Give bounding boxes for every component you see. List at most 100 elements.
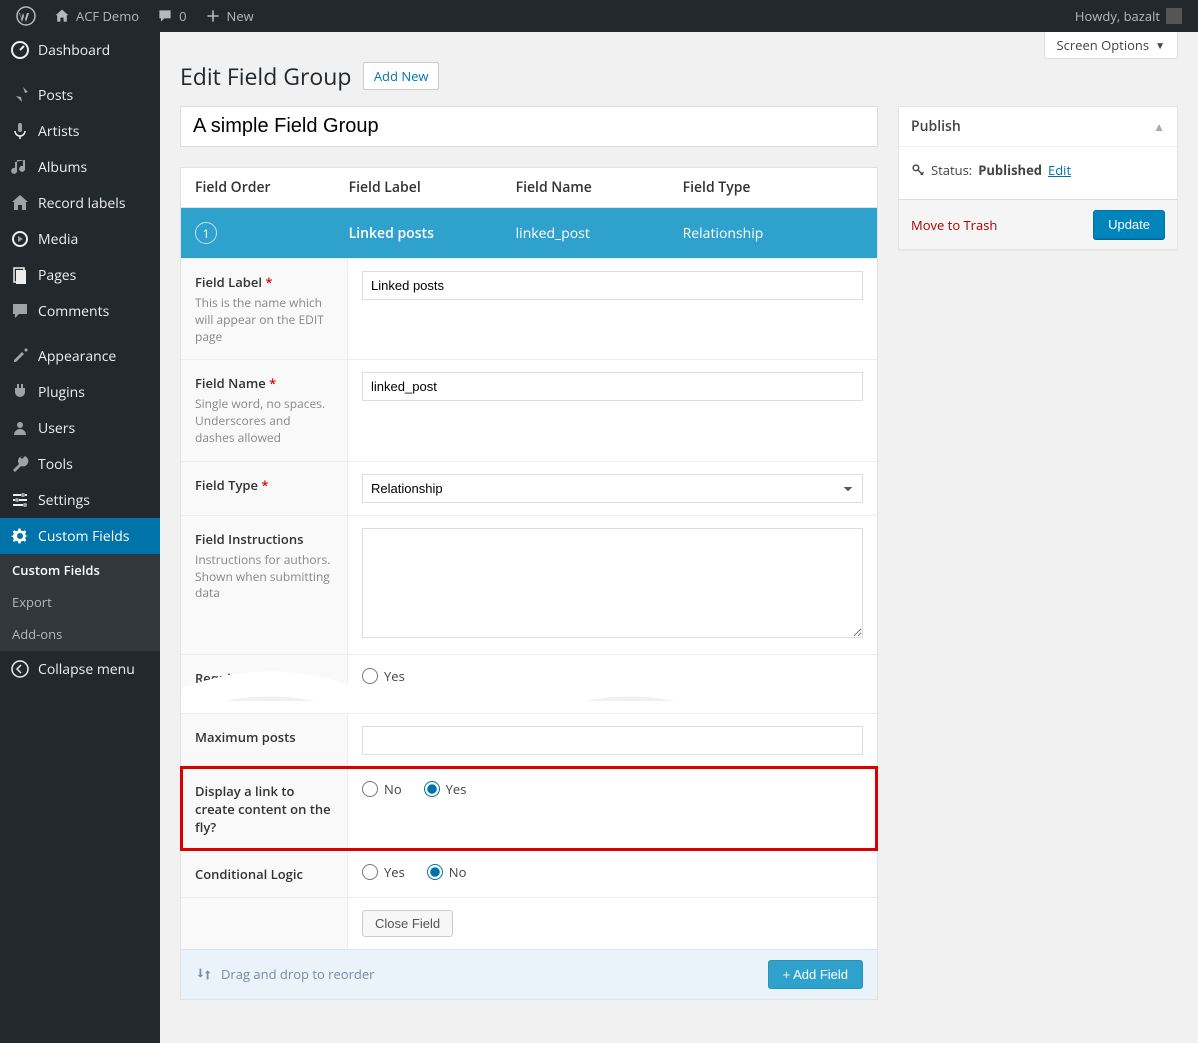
sidebar-item-settings[interactable]: Settings	[0, 482, 160, 518]
required-yes-radio[interactable]: Yes	[362, 667, 405, 685]
submenu-item-export[interactable]: Export	[0, 586, 160, 618]
sidebar-item-albums[interactable]: Albums	[0, 149, 160, 185]
music-icon	[10, 157, 30, 177]
sidebar-item-tools[interactable]: Tools	[0, 446, 160, 482]
field-row[interactable]: 1 Linked posts linked_post Relationship	[181, 208, 877, 258]
setting-label-max-posts: Maximum posts	[195, 728, 333, 746]
sidebar-label: Plugins	[38, 383, 85, 402]
field-instructions-textarea[interactable]	[362, 528, 863, 638]
sidebar-label: Settings	[38, 491, 90, 510]
setting-label-conditional: Conditional Logic	[195, 865, 333, 883]
field-label-input[interactable]	[362, 271, 863, 300]
admin-sidebar: Dashboard Posts Artists Albums Record la…	[0, 32, 160, 1043]
collapse-menu[interactable]: Collapse menu	[0, 650, 160, 687]
status-label: Status:	[931, 161, 972, 179]
max-posts-input[interactable]	[362, 726, 863, 755]
setting-label-field-name: Field Name *	[195, 374, 333, 392]
reorder-hint: Drag and drop to reorder	[221, 965, 375, 983]
sidebar-label: Users	[38, 419, 75, 438]
howdy-link[interactable]: Howdy, bazalt	[1067, 0, 1190, 32]
sidebar-label: Posts	[38, 86, 73, 105]
caret-down-icon: ▼	[1155, 38, 1165, 52]
howdy-text: Howdy, bazalt	[1075, 7, 1160, 25]
media-icon	[10, 229, 30, 249]
key-icon	[911, 163, 925, 177]
user-icon	[10, 418, 30, 438]
sidebar-item-plugins[interactable]: Plugins	[0, 374, 160, 410]
conditional-no-radio[interactable]: No	[427, 863, 467, 881]
sidebar-item-media[interactable]: Media	[0, 221, 160, 257]
field-group-box: Field Order Field Label Field Name Field…	[180, 167, 878, 1000]
field-order: 1	[195, 222, 349, 244]
comment-icon	[157, 8, 173, 24]
comments-link[interactable]: 0	[149, 0, 194, 32]
sidebar-label: Media	[38, 230, 78, 249]
new-content-link[interactable]: New	[197, 0, 262, 32]
sidebar-item-dashboard[interactable]: Dashboard	[0, 32, 160, 68]
home-icon	[10, 193, 30, 213]
sidebar-item-pages[interactable]: Pages	[0, 257, 160, 293]
field-row-label: Linked posts	[349, 224, 516, 243]
site-name-link[interactable]: ACF Demo	[46, 0, 147, 32]
gear-icon	[10, 526, 30, 546]
group-title-input[interactable]	[180, 106, 878, 147]
comments-count: 0	[179, 7, 186, 25]
display-link-no-radio[interactable]: No	[362, 780, 402, 798]
conditional-yes-radio[interactable]: Yes	[362, 863, 405, 881]
postbox-toggle[interactable]: ▲	[1153, 118, 1165, 135]
collapse-icon	[10, 659, 30, 679]
collapse-label: Collapse menu	[38, 660, 135, 679]
wp-logo-icon[interactable]	[8, 0, 44, 32]
plug-icon	[10, 382, 30, 402]
field-row-type: Relationship	[683, 224, 863, 243]
sidebar-item-record-labels[interactable]: Record labels	[0, 185, 160, 221]
reorder-arrow-icon	[195, 965, 213, 983]
field-row-name: linked_post	[516, 224, 683, 243]
screen-options-toggle[interactable]: Screen Options ▼	[1044, 32, 1179, 59]
brush-icon	[10, 346, 30, 366]
sidebar-item-custom-fields[interactable]: Custom Fields	[0, 518, 160, 554]
sidebar-label: Custom Fields	[38, 527, 129, 546]
sidebar-item-appearance[interactable]: Appearance	[0, 338, 160, 374]
field-type-select[interactable]: Relationship	[362, 474, 863, 503]
setting-label-field-label: Field Label *	[195, 273, 333, 291]
setting-desc: Instructions for authors. Shown when sub…	[195, 552, 333, 602]
update-button[interactable]: Update	[1093, 210, 1165, 239]
main-content: Screen Options ▼ Edit Field Group Add Ne…	[160, 32, 1198, 1043]
add-new-button[interactable]: Add New	[363, 62, 440, 90]
th-order: Field Order	[195, 178, 349, 197]
sidebar-label: Tools	[38, 455, 73, 474]
required-asterisk: *	[269, 374, 276, 392]
comment-icon	[10, 301, 30, 321]
site-name: ACF Demo	[76, 7, 139, 25]
sidebar-item-posts[interactable]: Posts	[0, 77, 160, 113]
th-name: Field Name	[516, 178, 683, 197]
sidebar-item-artists[interactable]: Artists	[0, 113, 160, 149]
plus-icon	[205, 8, 221, 24]
close-field-button[interactable]: Close Field	[362, 910, 453, 937]
edit-status-link[interactable]: Edit	[1048, 161, 1071, 179]
sidebar-item-comments[interactable]: Comments	[0, 293, 160, 329]
submenu-item-addons[interactable]: Add-ons	[0, 618, 160, 650]
display-link-yes-radio[interactable]: Yes	[424, 780, 467, 798]
sliders-icon	[10, 490, 30, 510]
highlighted-setting: Display a link to create content on the …	[181, 767, 877, 850]
submenu-item-custom-fields[interactable]: Custom Fields	[0, 554, 160, 586]
setting-label-instructions: Field Instructions	[195, 530, 333, 548]
move-to-trash-link[interactable]: Move to Trash	[911, 216, 997, 234]
new-label: New	[227, 7, 254, 25]
th-type: Field Type	[683, 178, 863, 197]
pin-icon	[10, 85, 30, 105]
sidebar-label: Artists	[38, 122, 79, 141]
publish-header: Publish	[911, 117, 961, 136]
sidebar-item-users[interactable]: Users	[0, 410, 160, 446]
home-icon	[54, 8, 70, 24]
wrench-icon	[10, 454, 30, 474]
page-title: Edit Field Group	[180, 60, 351, 92]
field-table-header: Field Order Field Label Field Name Field…	[181, 168, 877, 208]
status-value: Published	[978, 161, 1042, 179]
setting-desc: Single word, no spaces. Underscores and …	[195, 396, 333, 446]
field-name-input[interactable]	[362, 372, 863, 401]
add-field-button[interactable]: + Add Field	[768, 960, 863, 989]
mic-icon	[10, 121, 30, 141]
